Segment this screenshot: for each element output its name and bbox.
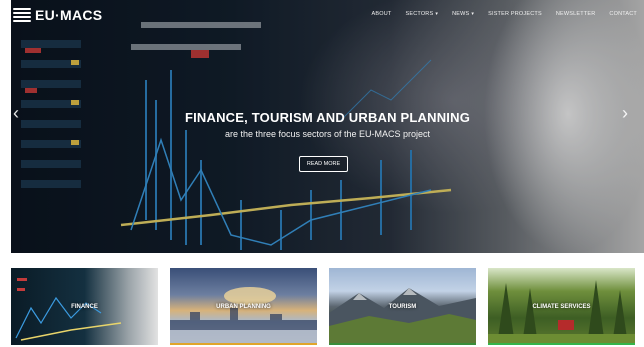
chevron-right-icon[interactable]: › <box>622 104 628 122</box>
hero-caption: FINANCE, TOURISM AND URBAN PLANNING are … <box>11 110 644 139</box>
card-climate-services[interactable]: CLIMATE SERVICES <box>488 268 635 345</box>
card-accent-bar <box>329 343 476 345</box>
card-label: URBAN PLANNING <box>216 304 271 310</box>
card-urban-planning[interactable]: URBAN PLANNING <box>170 268 317 345</box>
nav-item-sectors[interactable]: SECTORS ▾ <box>398 11 445 17</box>
caret-down-icon: ▾ <box>435 11 439 17</box>
site-header: EU·MACS ABOUT SECTORS ▾ NEWS ▾ SISTER PROJ… <box>11 0 644 30</box>
nav-item-contact[interactable]: CONTACT <box>602 11 644 17</box>
caret-down-icon: ▾ <box>471 11 475 17</box>
card-label: FINANCE <box>71 304 98 310</box>
read-more-button[interactable]: READ MORE <box>299 156 348 172</box>
main-nav: ABOUT SECTORS ▾ NEWS ▾ SISTER PROJECTS NEW… <box>365 11 644 17</box>
nav-item-sister-projects[interactable]: SISTER PROJECTS <box>481 11 549 17</box>
card-tourism[interactable]: TOURISM <box>329 268 476 345</box>
nav-item-news[interactable]: NEWS ▾ <box>445 11 481 17</box>
card-label: TOURISM <box>388 304 417 310</box>
site-logo[interactable]: EU·MACS <box>13 7 102 23</box>
hero-title: FINANCE, TOURISM AND URBAN PLANNING <box>184 110 471 125</box>
card-accent-bar <box>488 343 635 345</box>
nav-item-newsletter[interactable]: NEWSLETTER <box>549 11 603 17</box>
logo-text: EU·MACS <box>35 7 103 23</box>
eu-macs-logo-icon <box>13 8 31 22</box>
nav-item-about[interactable]: ABOUT <box>365 11 399 17</box>
card-label: CLIMATE SERVICES <box>532 304 591 310</box>
card-finance[interactable]: FINANCE <box>11 268 158 345</box>
card-accent-bar <box>170 343 317 345</box>
chevron-left-icon[interactable]: ‹ <box>13 104 19 122</box>
hero-subtitle: are the three focus sectors of the EU-MA… <box>224 129 431 139</box>
